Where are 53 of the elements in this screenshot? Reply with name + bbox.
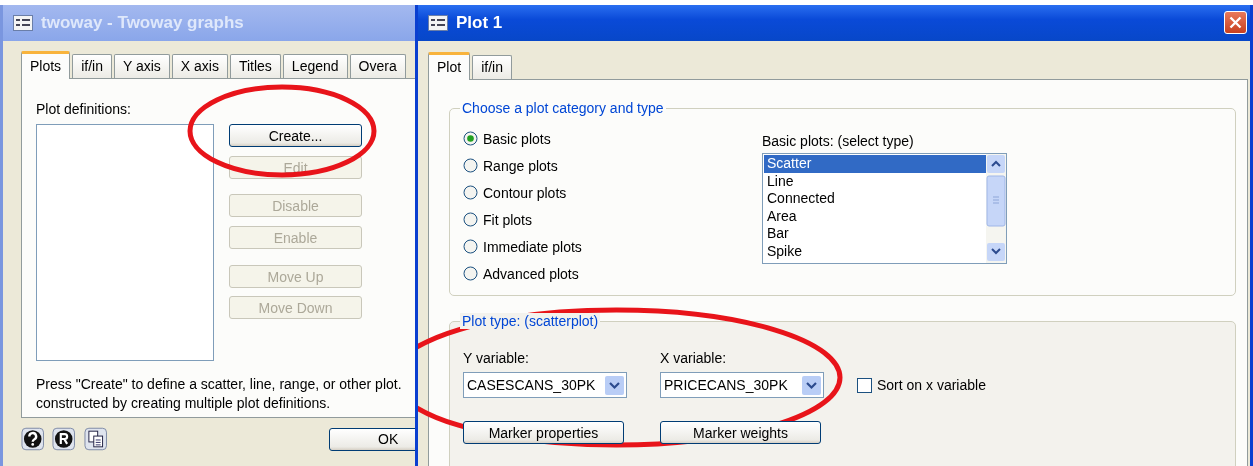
tab[interactable]: Y axis	[113, 54, 170, 78]
plot-definitions-list[interactable]	[36, 124, 214, 361]
list-item[interactable]: Spike	[764, 242, 986, 261]
field-label: Y variable:	[463, 350, 530, 366]
checkbox-label: Sort on x variable	[877, 377, 986, 393]
help-text: constructed by creating multiple plot definitions.	[36, 394, 332, 413]
field-label: X variable:	[660, 350, 728, 366]
help-icon[interactable]	[21, 427, 45, 451]
list-item[interactable]: Area	[764, 207, 986, 226]
copy-icon[interactable]	[83, 427, 108, 451]
group-title: Plot type: (scatterplot)	[460, 313, 601, 329]
checkbox[interactable]	[857, 377, 872, 393]
plot-type-list[interactable]: Scatter Line Connected Area Bar Spike	[762, 153, 1007, 264]
button[interactable]: Marker properties	[463, 421, 624, 444]
tab[interactable]: Legend	[282, 54, 348, 78]
radio-option[interactable]: Fit plots	[463, 206, 762, 233]
variable-dropdown[interactable]: CASESCANS_30PK	[463, 372, 627, 398]
radio-button[interactable]	[463, 266, 478, 281]
radio-button[interactable]	[463, 158, 478, 173]
radio-option[interactable]: Basic plots	[463, 125, 762, 152]
radio-button[interactable]	[463, 131, 478, 146]
field-label: Plot definitions:	[36, 101, 132, 117]
variable-dropdown[interactable]: PRICECANS_30PK	[660, 372, 824, 398]
tab[interactable]: Titles	[229, 54, 281, 78]
reset-icon[interactable]	[52, 427, 76, 451]
window-icon	[428, 15, 448, 31]
close-button[interactable]	[1224, 11, 1247, 34]
radio-option[interactable]: Range plots	[463, 152, 762, 179]
radio-button[interactable]	[463, 239, 478, 254]
button[interactable]: Marker weights	[660, 421, 821, 444]
group-title: Choose a plot category and type	[460, 100, 666, 116]
list-item[interactable]: Scatter	[764, 155, 986, 173]
tab[interactable]: if/in	[472, 55, 512, 79]
button[interactable]: Create...	[229, 124, 362, 147]
radio-option[interactable]: Contour plots	[463, 179, 762, 206]
tab[interactable]: Plot	[428, 52, 471, 80]
help-text: Press "Create" to define a scatter, line, range, or other plot.	[36, 375, 403, 394]
window-icon	[13, 15, 33, 31]
radio-button[interactable]	[463, 185, 478, 200]
radio-button[interactable]	[463, 212, 478, 227]
list-item[interactable]: Connected	[764, 190, 986, 208]
list-item[interactable]: Line	[764, 172, 986, 191]
tab[interactable]: X axis	[171, 54, 228, 78]
radio-option[interactable]: Immediate plots	[463, 233, 762, 260]
radio-option[interactable]: Advanced plots	[463, 260, 762, 287]
window-title: Plot 1	[456, 13, 503, 33]
window-title: twoway - Twoway graphs	[41, 13, 244, 33]
tab[interactable]: if/in	[72, 54, 112, 78]
tab[interactable]: Overa	[349, 54, 406, 78]
tab[interactable]: Plots	[21, 51, 71, 79]
scrollbar[interactable]	[986, 154, 1006, 263]
field-label: Basic plots: (select type)	[762, 133, 915, 149]
list-item[interactable]: Bar	[764, 225, 986, 243]
